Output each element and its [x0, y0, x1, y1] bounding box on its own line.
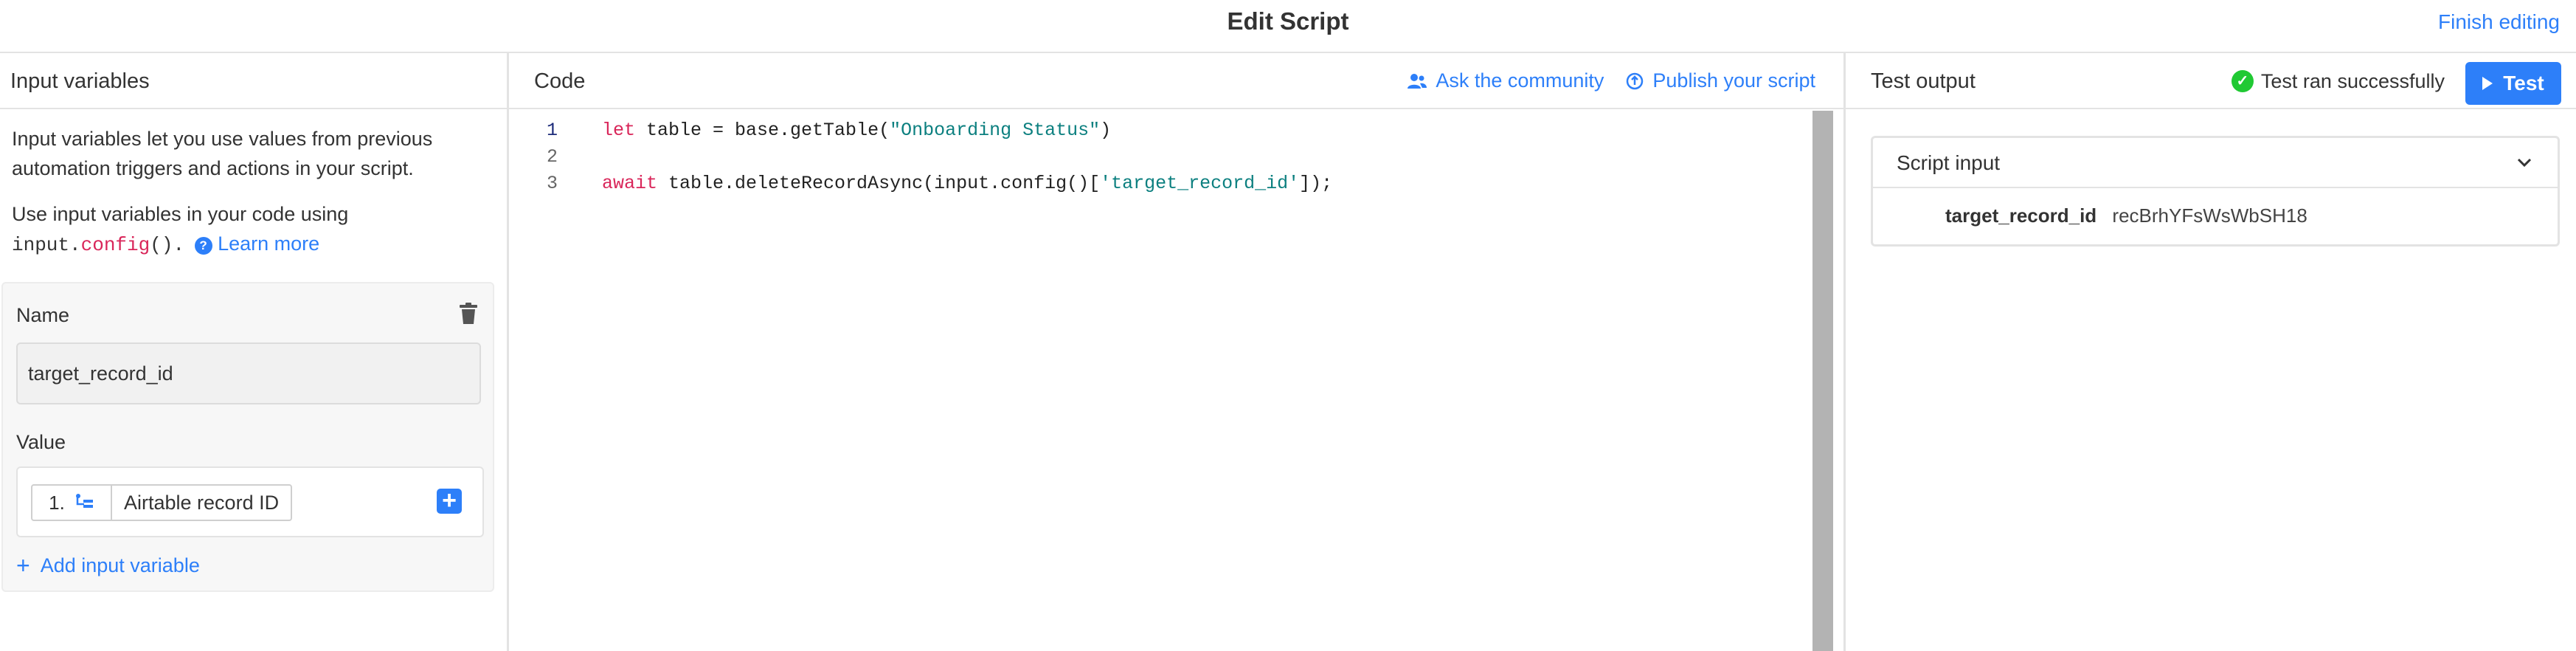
code-text: table.deleteRecordAsync(input.config()[ [657, 173, 1101, 194]
people-icon [1408, 73, 1427, 89]
code-keyword: await [602, 173, 658, 194]
find-records-icon [75, 494, 93, 508]
trash-icon[interactable] [459, 303, 478, 325]
variable-name-label: Name [16, 304, 70, 326]
script-input-header[interactable]: Script input [1873, 138, 2558, 188]
token-field: Airtable record ID [124, 491, 280, 514]
variable-name-input[interactable]: target_record_id [16, 342, 481, 404]
input-variables-header: Input variables [0, 53, 507, 109]
code-string: "Onboarding Status" [890, 120, 1101, 141]
chevron-down-icon[interactable] [2516, 154, 2532, 170]
code-actions: Ask the community Publish your script [1408, 69, 1815, 92]
usage-code-fn: config [80, 234, 150, 256]
input-variables-usage: Use input variables in your code using i… [12, 199, 491, 260]
code-text: table = base.getTable( [635, 120, 890, 141]
usage-code-obj: input. [12, 234, 81, 256]
script-input-card: Script input target_record_id recBrhYFsW… [1871, 136, 2560, 247]
line-gutter: 1 2 3 [509, 111, 580, 651]
script-input-row: target_record_id recBrhYFsWsWbSH18 [1945, 204, 2307, 227]
learn-more-link[interactable]: Learn more [218, 232, 319, 255]
code-string: 'target_record_id' [1100, 173, 1300, 194]
add-input-variable-button[interactable]: + Add input variable [16, 552, 200, 579]
publish-script-label: Publish your script [1652, 69, 1815, 92]
ask-community-button[interactable]: Ask the community [1408, 69, 1604, 92]
publish-icon [1627, 72, 1644, 89]
test-button-label: Test [2503, 72, 2544, 94]
input-variables-description: Input variables let you use values from … [12, 128, 433, 179]
code-editor[interactable]: 1 2 3 let table = base.getTable("Onboard… [509, 111, 1843, 651]
test-output-header: Test output ✓ Test ran successfully Test [1846, 53, 2576, 109]
ask-community-label: Ask the community [1436, 69, 1604, 92]
editor-scrollbar[interactable] [1812, 111, 1833, 651]
finish-editing-button[interactable]: Finish editing [2438, 10, 2560, 34]
line-number: 1 [546, 120, 558, 141]
script-input-title: Script input [1897, 151, 2001, 174]
usage-text: Use input variables in your code using [12, 203, 349, 225]
test-output-panel: Test output ✓ Test ran successfully Test… [1846, 53, 2576, 651]
input-variable-card: Name target_record_id Value 1. Airtable … [1, 282, 494, 592]
top-header: Edit Script Finish editing [0, 0, 2576, 53]
token-step: 1. [32, 486, 112, 520]
add-value-button[interactable]: + [437, 488, 462, 514]
code-line: let table = base.getTable("Onboarding St… [602, 120, 1111, 141]
value-token[interactable]: 1. Airtable record ID [31, 484, 293, 521]
code-line: await table.deleteRecordAsync(input.conf… [602, 173, 1332, 194]
publish-script-button[interactable]: Publish your script [1626, 69, 1815, 92]
variable-value-label: Value [16, 431, 66, 453]
code-panel: Code Ask the community Publish your scri… [509, 53, 1846, 651]
line-number: 3 [546, 173, 558, 194]
test-status-text: Test ran successfully [2260, 69, 2445, 92]
token-step-number: 1. [49, 491, 65, 514]
play-icon [2482, 77, 2493, 90]
help-icon: ? [194, 237, 212, 255]
test-status: ✓ Test ran successfully [2231, 66, 2445, 96]
code-tail: ]); [1299, 173, 1333, 194]
check-circle-icon: ✓ [2231, 70, 2254, 92]
code-title: Code [534, 69, 586, 93]
plus-icon: + [16, 552, 30, 579]
page-title: Edit Script [1227, 7, 1349, 35]
input-variables-panel: Input variables Input variables let you … [0, 53, 509, 651]
variable-value-field[interactable]: 1. Airtable record ID + [16, 466, 484, 537]
usage-code-end: (). [150, 234, 185, 256]
line-number: 2 [546, 146, 558, 168]
test-button[interactable]: Test [2465, 62, 2561, 105]
add-input-variable-label: Add input variable [40, 554, 200, 576]
script-input-value: recBrhYFsWsWbSH18 [2112, 204, 2307, 227]
script-input-key: target_record_id [1945, 204, 2097, 227]
test-output-title: Test output [1871, 69, 1976, 93]
code-header: Code Ask the community Publish your scri… [509, 53, 1843, 109]
input-variables-title: Input variables [10, 69, 150, 93]
code-keyword: let [602, 120, 636, 141]
code-tail: ) [1100, 120, 1112, 141]
